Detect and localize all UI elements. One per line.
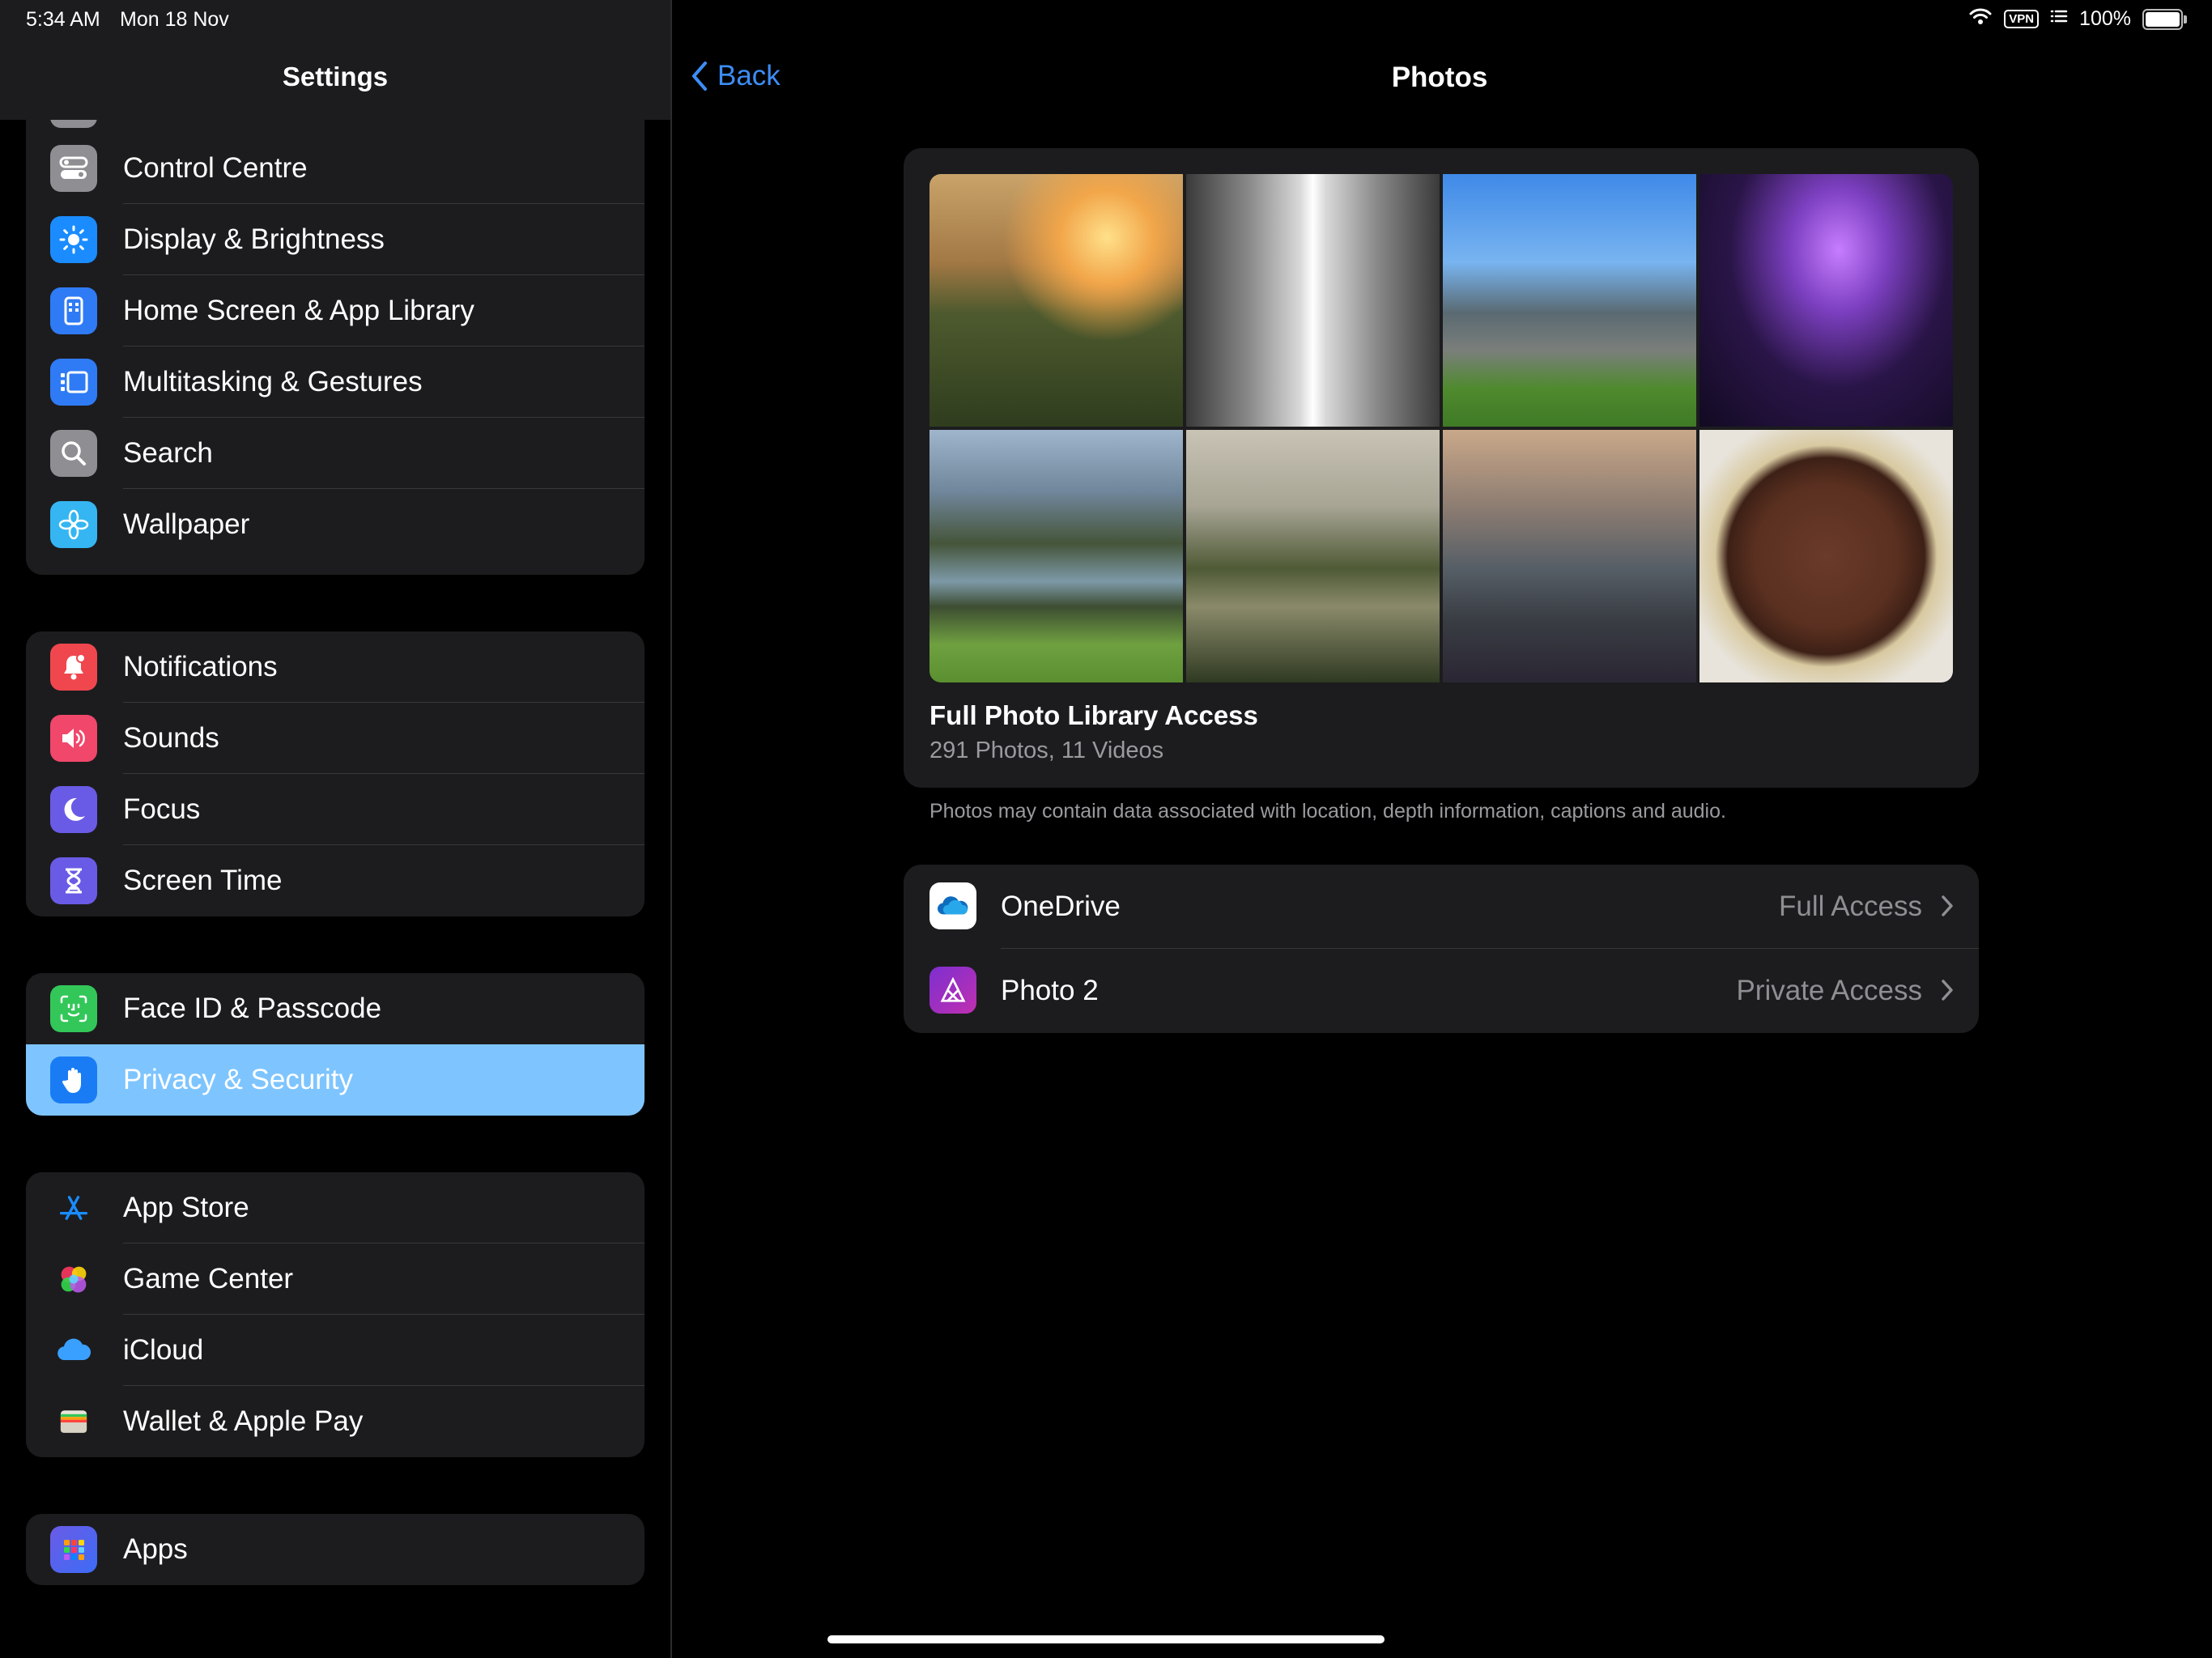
sidebar-item-control-centre[interactable]: Control Centre xyxy=(26,133,644,204)
hand-icon xyxy=(50,1056,97,1103)
cloud-icon xyxy=(50,1327,97,1374)
apps-grid-icon xyxy=(50,1526,97,1573)
photo-thumbnail xyxy=(929,430,1183,682)
sidebar-item-sounds[interactable]: Sounds xyxy=(26,703,644,774)
library-access-title: Full Photo Library Access xyxy=(929,700,1258,730)
sidebar-group-general: Control Centre Display & Brightness Home… xyxy=(26,133,644,575)
back-label: Back xyxy=(717,60,781,91)
sidebar-item-label: Home Screen & App Library xyxy=(123,295,474,326)
wifi-icon xyxy=(1968,6,1993,32)
sun-icon xyxy=(50,216,97,263)
sidebar-item-label: Apps xyxy=(123,1533,188,1565)
sidebar-group-services: App Store Game Center iCloud Wallet & Ap… xyxy=(26,1172,644,1457)
library-footnote: Photos may contain data associated with … xyxy=(929,800,1726,823)
sidebar-item-apps[interactable]: Apps xyxy=(26,1514,644,1585)
page-title: Photos xyxy=(1391,62,1488,93)
sidebar-item-app-store[interactable]: App Store xyxy=(26,1172,644,1244)
sidebar-item-label: Game Center xyxy=(123,1263,294,1295)
sidebar-item-multitasking[interactable]: Multitasking & Gestures xyxy=(26,346,644,418)
chevron-right-icon xyxy=(1942,980,1953,1001)
chevron-right-icon xyxy=(1942,895,1953,916)
sidebar-item-label: App Store xyxy=(123,1192,249,1223)
app-row-photo-2[interactable]: Photo 2 Private Access xyxy=(904,949,1979,1033)
photo-thumbnail xyxy=(1699,430,1953,682)
sidebar-group-apps: Apps xyxy=(26,1514,644,1585)
sidebar-item-label: Wallet & Apple Pay xyxy=(123,1405,364,1437)
sidebar-item-display-brightness[interactable]: Display & Brightness xyxy=(26,204,644,275)
app-access-level: Private Access xyxy=(1736,975,1922,1006)
sidebar-item-label: Sounds xyxy=(123,722,219,754)
sidebar-group-notifications: Notifications Sounds Focus Screen Time xyxy=(26,631,644,916)
chevron-left-icon xyxy=(692,62,707,91)
sidebar-item-label: Control Centre xyxy=(123,152,308,184)
sidebar-item-label: Wallpaper xyxy=(123,508,250,540)
photo-thumbnail xyxy=(1699,174,1953,427)
faceid-icon xyxy=(50,985,97,1032)
sidebar-item-home-screen[interactable]: Home Screen & App Library xyxy=(26,275,644,346)
photo-thumbnail xyxy=(1186,174,1440,427)
photo-thumbnail xyxy=(1443,174,1696,427)
onedrive-icon xyxy=(929,882,976,929)
app-name: Photo 2 xyxy=(1001,975,1099,1006)
search-icon xyxy=(50,430,97,477)
app-access-list: OneDrive Full Access Photo 2 Private Acc… xyxy=(904,865,1979,1033)
photo-thumbnail xyxy=(1443,430,1696,682)
sidebar-item-label: Notifications xyxy=(123,651,278,682)
list-icon xyxy=(2050,7,2068,31)
battery-percent: 100% xyxy=(2079,7,2131,30)
sidebar-item-label: Search xyxy=(123,437,213,469)
sidebar-item-privacy-security[interactable]: Privacy & Security xyxy=(26,1044,644,1116)
sidebar: Camera Control Centre Display & Brightne… xyxy=(0,0,670,1658)
status-date: Mon 18 Nov xyxy=(120,8,229,31)
sidebar-item-search[interactable]: Search xyxy=(26,418,644,489)
vpn-badge: VPN xyxy=(2004,10,2040,28)
sidebar-item-label: Display & Brightness xyxy=(123,223,385,255)
affinity-photo-icon xyxy=(929,967,976,1014)
sidebar-item-game-center[interactable]: Game Center xyxy=(26,1244,644,1315)
wallet-icon xyxy=(50,1398,97,1445)
flower-icon xyxy=(50,501,97,548)
sidebar-item-wallpaper[interactable]: Wallpaper xyxy=(26,489,644,560)
sidebar-item-label: Screen Time xyxy=(123,865,283,896)
multitask-icon xyxy=(50,359,97,406)
gamecenter-icon xyxy=(50,1256,97,1303)
sidebar-group-security: Face ID & Passcode Privacy & Security xyxy=(26,973,644,1116)
app-row-onedrive[interactable]: OneDrive Full Access xyxy=(904,865,1979,949)
app-name: OneDrive xyxy=(1001,891,1121,922)
status-time: 5:34 AM xyxy=(26,8,100,31)
sidebar-item-notifications[interactable]: Notifications xyxy=(26,631,644,703)
photo-thumbnail xyxy=(929,174,1183,427)
bell-icon xyxy=(50,644,97,691)
phone-grid-icon xyxy=(50,287,97,334)
photo-grid xyxy=(929,174,1953,682)
back-button[interactable]: Back xyxy=(690,60,781,92)
photo-thumbnail xyxy=(1186,430,1440,682)
status-bar-right: VPN 100% xyxy=(1968,6,2187,32)
sidebar-item-label: Focus xyxy=(123,793,201,825)
sidebar-item-wallet[interactable]: Wallet & Apple Pay xyxy=(26,1386,644,1457)
sidebar-title: Settings xyxy=(282,62,389,91)
split-divider xyxy=(670,0,672,1658)
speaker-icon xyxy=(50,715,97,762)
battery-icon xyxy=(2142,8,2187,30)
sidebar-item-screen-time[interactable]: Screen Time xyxy=(26,845,644,916)
home-indicator[interactable] xyxy=(827,1635,1385,1643)
sidebar-item-face-id[interactable]: Face ID & Passcode xyxy=(26,973,644,1044)
hourglass-icon xyxy=(50,857,97,904)
library-count: 291 Photos, 11 Videos xyxy=(929,738,1164,763)
sidebar-item-label: iCloud xyxy=(123,1334,204,1366)
sidebar-item-label: Multitasking & Gestures xyxy=(123,366,423,397)
app-access-level: Full Access xyxy=(1779,891,1922,922)
sidebar-item-icloud[interactable]: iCloud xyxy=(26,1315,644,1386)
sidebar-item-focus[interactable]: Focus xyxy=(26,774,644,845)
sidebar-item-label: Face ID & Passcode xyxy=(123,993,382,1024)
toggles-icon xyxy=(50,145,97,192)
appstore-icon xyxy=(50,1184,97,1231)
sidebar-item-label: Privacy & Security xyxy=(123,1064,353,1095)
moon-icon xyxy=(50,786,97,833)
photo-library-card[interactable]: Full Photo Library Access 291 Photos, 11… xyxy=(904,148,1979,788)
sidebar-header: 5:34 AM Mon 18 Nov Settings xyxy=(0,0,670,120)
